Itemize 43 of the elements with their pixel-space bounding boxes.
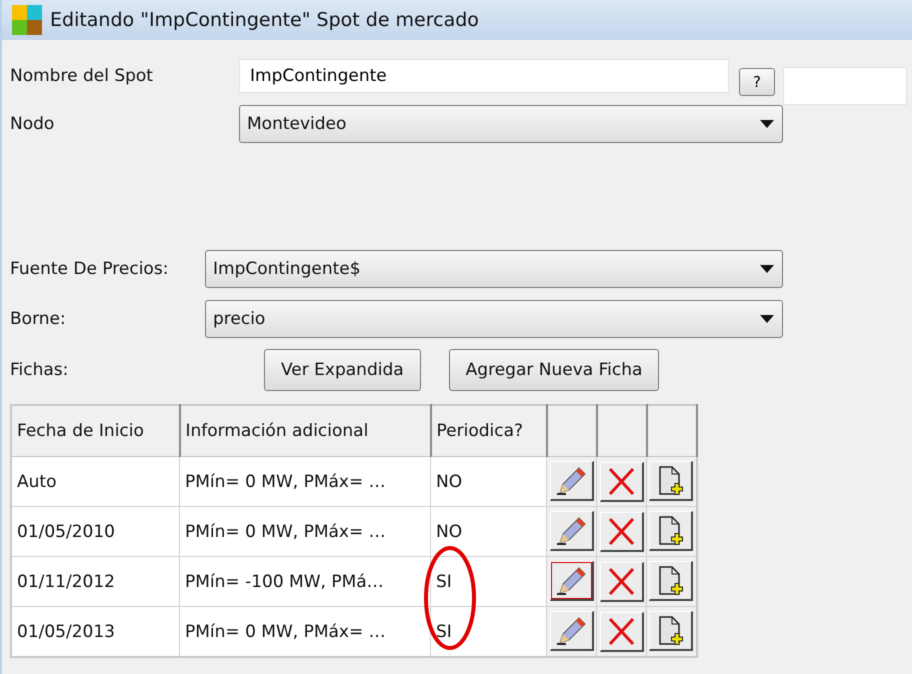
field-label: Fichas:	[10, 360, 70, 380]
edit-button[interactable]	[550, 610, 594, 651]
edit-button[interactable]	[550, 560, 594, 601]
edit-button[interactable]	[550, 460, 594, 501]
table-cell: PMín= 0 MW, PMáx= …	[180, 506, 430, 556]
add-document-button[interactable]	[649, 511, 694, 552]
edit-button[interactable]	[550, 510, 594, 551]
name-field[interactable]: ImpContingente	[239, 59, 729, 93]
delete-cross-icon	[606, 516, 636, 546]
dropdown[interactable]: ImpContingente$	[205, 250, 783, 288]
app-icon	[12, 5, 42, 35]
input-field[interactable]	[783, 67, 907, 105]
dropdown-arrow-icon	[760, 120, 774, 128]
table-cell: 01/11/2012	[11, 556, 180, 606]
dropdown-arrow-icon	[760, 315, 774, 323]
column-header: Fecha de Inicio	[11, 405, 180, 456]
delete-button[interactable]	[600, 612, 644, 652]
dropdown[interactable]: Montevideo	[239, 105, 783, 143]
table-cell: 01/05/2010	[11, 506, 180, 556]
column-header: Información adicional	[180, 405, 430, 456]
window-title: Editando "ImpContingente" Spot de mercado	[50, 9, 479, 31]
table-cell: Auto	[11, 456, 180, 506]
dropdown-arrow-icon	[760, 265, 774, 273]
delete-button[interactable]	[600, 512, 644, 552]
action-button[interactable]: Agregar Nueva Ficha	[448, 349, 660, 391]
field-label: Borne:	[10, 309, 67, 329]
delete-cross-icon	[606, 466, 636, 496]
add-document-button[interactable]	[649, 611, 694, 652]
field-label: Fuente De Precios:	[10, 259, 170, 279]
table-cell: PMín= 0 MW, PMáx= …	[180, 456, 430, 506]
help-button[interactable]: ?	[739, 68, 775, 96]
table-cell: PMín= -100 MW, PMá…	[180, 556, 430, 606]
field-label: Nombre del Spot	[10, 66, 154, 86]
delete-cross-icon	[606, 566, 636, 596]
delete-button[interactable]	[600, 462, 644, 502]
add-document-button[interactable]	[649, 461, 694, 502]
action-button[interactable]: Ver Expandida	[264, 349, 421, 391]
field-label: Nodo	[10, 114, 56, 134]
column-header: Periodica?	[430, 405, 546, 456]
delete-cross-icon	[606, 616, 636, 646]
dropdown[interactable]: precio	[205, 300, 783, 338]
delete-button[interactable]	[600, 562, 644, 602]
add-document-button[interactable]	[649, 561, 694, 602]
